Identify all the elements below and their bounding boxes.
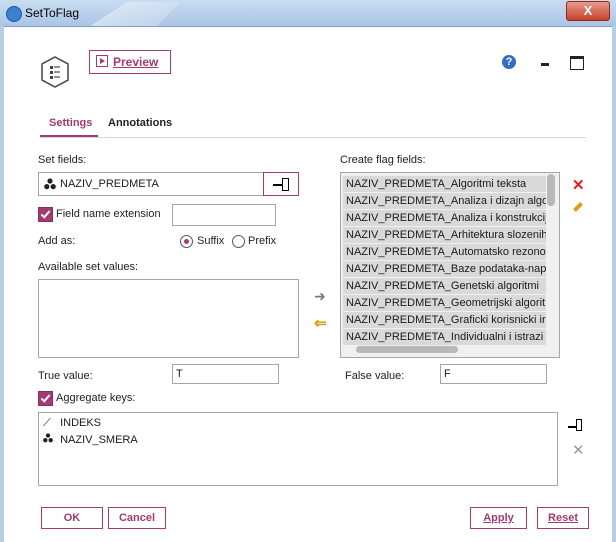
available-set-values-label: Available set values: [38,261,139,273]
preview-label: Preview [113,55,159,69]
nominal-field-icon [43,433,57,446]
minimize-icon[interactable] [541,63,549,66]
set-field-input[interactable]: NAZIV_PREDMETA [38,172,266,196]
false-value-label: False value: [345,370,405,382]
aggregate-key-label: INDEKS [60,417,102,429]
picker-field-icon [282,178,289,191]
delete-icon[interactable]: ✕ [572,176,585,194]
prefix-radio[interactable] [232,235,245,248]
cancel-button[interactable]: Cancel [108,507,166,529]
flag-field-item[interactable]: NAZIV_PREDMETA_Genetski algoritmi [343,278,546,294]
suffix-label: Suffix [197,235,225,247]
title-bar: SetToFlag X [0,0,616,27]
apply-button[interactable]: Apply [470,507,527,529]
window-frame-left [0,26,4,542]
flag-list-horizontal-scrollbar[interactable] [356,346,458,353]
true-value-label: True value: [38,370,93,382]
set-field-value: NAZIV_PREDMETA [60,178,159,190]
suffix-radio[interactable] [180,235,193,248]
help-icon[interactable]: ? [502,55,516,69]
reset-button[interactable]: Reset [537,507,589,529]
picker-arrow-icon [273,184,282,186]
field-name-extension-checkbox[interactable] [38,207,53,222]
tab-settings[interactable]: Settings [49,117,92,129]
list-item[interactable]: NAZIV_SMERA [43,433,138,446]
field-name-extension-input[interactable] [172,204,276,226]
set-fields-label: Set fields: [38,154,87,166]
title-bar-decoration [90,2,180,26]
flag-field-item[interactable]: NAZIV_PREDMETA_Graficki korisnicki ir [343,312,546,328]
settoflag-node-icon [41,56,69,88]
flag-field-item[interactable]: NAZIV_PREDMETA_Automatsko rezonov [343,244,546,260]
aggregate-keys-label: Aggregate keys: [56,392,136,404]
flag-field-item[interactable]: NAZIV_PREDMETA_Arhitektura slozenih [343,227,546,243]
field-picker-button[interactable] [263,172,299,196]
tab-annotations[interactable]: Annotations [108,117,172,129]
true-value-input[interactable]: T [172,364,279,384]
flag-field-item[interactable]: NAZIV_PREDMETA_Analiza i konstrukcij [343,210,546,226]
false-value-input[interactable]: F [440,364,547,384]
window-frame-right [612,26,616,542]
flag-list-vertical-scrollbar[interactable] [547,174,555,206]
tab-divider [40,137,586,138]
flag-field-item[interactable]: NAZIV_PREDMETA_Baze podataka-nap [343,261,546,277]
close-button[interactable]: X [566,1,610,21]
aggregate-keys-list[interactable]: ⟋ INDEKS NAZIV_SMERA [38,412,558,486]
field-picker-icon[interactable] [568,418,582,432]
aggregate-key-label: NAZIV_SMERA [60,434,138,446]
available-set-values-list[interactable] [38,279,299,358]
field-name-extension-label: Field name extension [56,208,161,220]
play-icon [96,55,108,67]
prefix-label: Prefix [248,235,277,247]
flag-field-item[interactable]: NAZIV_PREDMETA_Algoritmi teksta [343,176,546,192]
create-flag-fields-list[interactable]: NAZIV_PREDMETA_Algoritmi teksta NAZIV_PR… [340,172,560,358]
aggregate-keys-checkbox[interactable] [38,391,53,406]
move-right-arrow-icon[interactable]: ➜ [314,288,326,305]
add-as-label: Add as: [38,235,76,247]
flag-field-item[interactable]: NAZIV_PREDMETA_Individualni i istrazi [343,329,546,345]
move-left-arrow-icon[interactable]: ⇐ [314,314,327,332]
maximize-icon[interactable] [570,56,584,70]
remove-icon[interactable]: ✕ [572,441,585,459]
app-icon [6,6,22,22]
ok-button[interactable]: OK [41,507,103,529]
continuous-field-icon: ⟋ [43,417,51,429]
window-title: SetToFlag [25,6,80,20]
list-item[interactable]: ⟋ INDEKS [43,417,101,430]
edit-pencil-icon[interactable] [573,202,583,212]
preview-button[interactable]: Preview [89,50,171,74]
create-flag-fields-label: Create flag fields: [340,154,426,166]
flag-field-item[interactable]: NAZIV_PREDMETA_Geometrijski algorit [343,295,546,311]
nominal-field-icon [44,178,56,193]
flag-field-item[interactable]: NAZIV_PREDMETA_Analiza i dizajn algo [343,193,546,209]
